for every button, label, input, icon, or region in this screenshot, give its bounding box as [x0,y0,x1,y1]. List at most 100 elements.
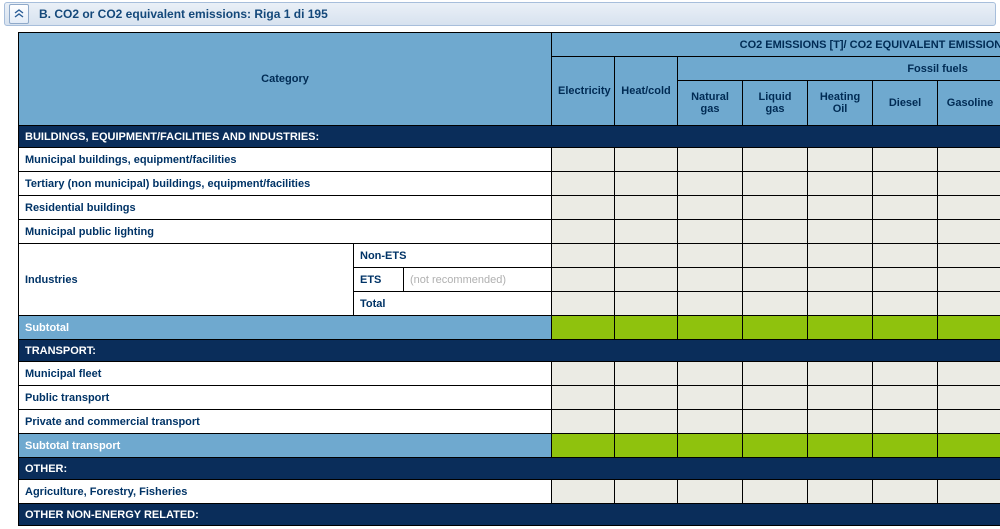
cell[interactable] [873,410,938,434]
cell[interactable] [873,268,938,292]
cell[interactable] [808,220,873,244]
cell[interactable] [552,244,615,268]
cell[interactable] [808,362,873,386]
cell[interactable] [678,410,743,434]
cell[interactable] [808,410,873,434]
cell[interactable] [938,196,1000,220]
cell[interactable] [938,268,1000,292]
cell[interactable] [615,268,678,292]
cell[interactable] [808,480,873,504]
cell[interactable] [743,148,808,172]
cell[interactable] [808,292,873,316]
cell[interactable] [743,292,808,316]
cell[interactable] [808,268,873,292]
cell[interactable] [678,244,743,268]
cell[interactable] [743,386,808,410]
chevron-double-up-icon [14,9,24,19]
cell[interactable] [678,196,743,220]
cell[interactable] [808,244,873,268]
cell[interactable] [808,386,873,410]
cell[interactable] [873,148,938,172]
cell[interactable] [552,480,615,504]
row-ets-hint: (not recommended) [404,268,552,292]
col-co2-header: CO2 EMISSIONS [T]/ CO2 EQUIVALENT EMISSI… [552,33,1000,57]
cell[interactable] [938,362,1000,386]
cell[interactable] [678,148,743,172]
cell[interactable] [552,410,615,434]
cell[interactable] [873,362,938,386]
cell[interactable] [743,196,808,220]
cell[interactable] [552,148,615,172]
cell[interactable] [873,172,938,196]
cell[interactable] [678,220,743,244]
cell[interactable] [873,386,938,410]
col-fossil-fuels: Fossil fuels [678,57,1000,81]
cell[interactable] [615,196,678,220]
cell[interactable] [743,220,808,244]
emissions-table: Category CO2 EMISSIONS [T]/ CO2 EQUIVALE… [18,32,1000,526]
cell[interactable] [743,244,808,268]
cell[interactable] [615,244,678,268]
cell[interactable] [615,386,678,410]
cell[interactable] [615,220,678,244]
col-electricity: Electricity [552,57,615,126]
cell[interactable] [938,480,1000,504]
cell[interactable] [615,410,678,434]
cell[interactable] [678,268,743,292]
cell[interactable] [938,220,1000,244]
cell [938,316,1000,340]
cell[interactable] [938,244,1000,268]
cell[interactable] [678,386,743,410]
cell[interactable] [873,244,938,268]
cell [615,434,678,458]
cell[interactable] [615,148,678,172]
cell[interactable] [678,362,743,386]
cell[interactable] [552,386,615,410]
cell[interactable] [743,362,808,386]
cell [743,434,808,458]
cell[interactable] [552,172,615,196]
cell [678,434,743,458]
cell[interactable] [552,292,615,316]
cell[interactable] [743,480,808,504]
row-label: Tertiary (non municipal) buildings, equi… [19,172,552,196]
collapse-button[interactable] [9,4,29,24]
cell[interactable] [808,172,873,196]
cell[interactable] [615,172,678,196]
cell[interactable] [615,292,678,316]
cell[interactable] [873,220,938,244]
cell[interactable] [678,292,743,316]
cell[interactable] [938,148,1000,172]
row-municipal-bldg: Municipal buildings, equipment/facilitie… [19,148,1000,172]
cell[interactable] [552,268,615,292]
row-label: Municipal public lighting [19,220,552,244]
cell[interactable] [938,410,1000,434]
cell[interactable] [873,292,938,316]
col-heating-oil: Heating Oil [808,81,873,126]
cell[interactable] [678,480,743,504]
cell[interactable] [678,172,743,196]
cell[interactable] [938,292,1000,316]
row-ets-label: ETS [354,268,404,292]
cell[interactable] [552,196,615,220]
cell[interactable] [873,480,938,504]
row-industries-non-ets: Industries Non-ETS [19,244,1000,268]
section-other: OTHER: [19,458,1000,480]
cell[interactable] [808,148,873,172]
cell[interactable] [743,410,808,434]
cell[interactable] [743,172,808,196]
col-liquid-gas: Liquid gas [743,81,808,126]
cell [873,316,938,340]
cell[interactable] [873,196,938,220]
cell[interactable] [938,172,1000,196]
cell [552,434,615,458]
cell[interactable] [615,480,678,504]
cell[interactable] [743,268,808,292]
cell[interactable] [938,386,1000,410]
row-label: Private and commercial transport [19,410,552,434]
cell[interactable] [552,362,615,386]
cell[interactable] [808,196,873,220]
cell[interactable] [552,220,615,244]
row-industries-label: Industries [19,244,354,316]
cell[interactable] [615,362,678,386]
